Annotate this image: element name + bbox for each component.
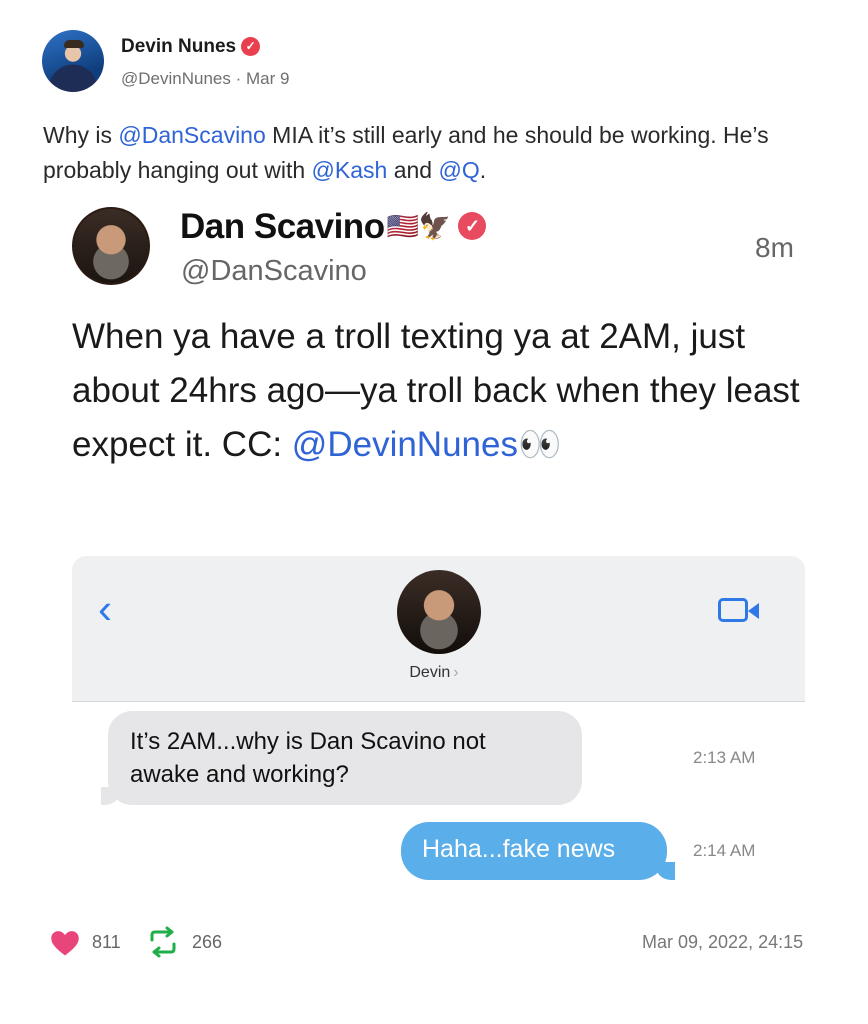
heart-icon[interactable] bbox=[50, 929, 80, 957]
post-text-segment: and bbox=[387, 157, 439, 183]
contact-name: Devin › bbox=[0, 664, 868, 682]
message-time: 2:13 AM bbox=[693, 748, 756, 767]
eyes-emoji: 👀 bbox=[517, 425, 562, 464]
verified-badge-icon: ✓ bbox=[458, 212, 487, 240]
author-avatar[interactable] bbox=[42, 30, 104, 92]
repost-count: 266 bbox=[192, 932, 223, 952]
quoted-mention: @DevinNunes bbox=[291, 425, 518, 464]
verified-badge-icon: ✓ bbox=[241, 37, 261, 56]
quoted-author-avatar bbox=[72, 207, 150, 285]
quoted-text: When ya have a troll texting ya at 2AM, … bbox=[72, 310, 812, 472]
name-emojis: 🇺🇸🦅 bbox=[386, 211, 451, 241]
author-handle-date: @DevinNunes · Mar 9 bbox=[121, 69, 290, 88]
author-name-text: Devin Nunes bbox=[121, 36, 237, 57]
video-camera-icon bbox=[718, 598, 759, 622]
quoted-timestamp: 8m bbox=[755, 232, 794, 263]
repost-icon[interactable] bbox=[146, 926, 180, 958]
quoted-author-handle: @DanScavino bbox=[181, 255, 367, 287]
contact-avatar bbox=[397, 570, 481, 654]
author-name[interactable]: Devin Nunes ✓ bbox=[121, 36, 261, 58]
mention-link[interactable]: @Kash bbox=[312, 157, 388, 183]
message-time: 2:14 AM bbox=[693, 841, 756, 860]
chevron-right-icon: › bbox=[453, 664, 459, 681]
back-chevron-icon: ‹ bbox=[98, 585, 112, 632]
quoted-author-name-text: Dan Scavino bbox=[180, 207, 385, 246]
post-text-segment: Why is bbox=[43, 122, 119, 148]
contact-name-text: Devin bbox=[409, 664, 451, 681]
mention-link[interactable]: @DanScavino bbox=[118, 122, 265, 148]
post-timestamp: Mar 09, 2022, 24:15 bbox=[642, 932, 804, 952]
incoming-message-bubble: It’s 2AM...why is Dan Scavino not awake … bbox=[101, 711, 582, 805]
outgoing-message-bubble: Haha...fake news bbox=[401, 822, 675, 880]
post-text: Why is @DanScavino MIA it’s still early … bbox=[43, 118, 833, 188]
like-count: 811 bbox=[92, 932, 121, 952]
mention-link[interactable]: @Q bbox=[438, 157, 479, 183]
post-text-segment: . bbox=[479, 157, 487, 183]
quoted-author-name: Dan Scavino🇺🇸🦅 ✓ bbox=[180, 207, 487, 247]
